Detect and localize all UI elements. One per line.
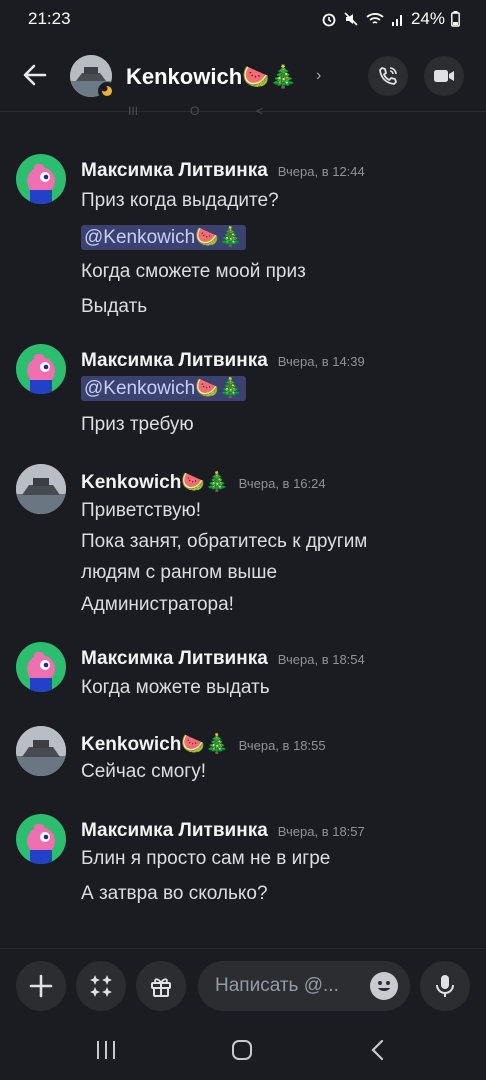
video-call-button[interactable] [424, 56, 464, 96]
header-title[interactable]: Kenkowich🍉🎄 [126, 64, 297, 90]
user-avatar[interactable] [16, 642, 66, 692]
author-name[interactable]: Kenkowich🍉🎄 [81, 472, 229, 493]
author-name[interactable]: Максимка Литвинка [81, 648, 268, 669]
message-text: Администратора! [81, 594, 234, 615]
attach-button[interactable] [16, 961, 66, 1011]
system-nav-bar [0, 1020, 486, 1080]
input-placeholder: Написать @... [215, 975, 339, 996]
message-author[interactable]: Максимка Литвинка Вчера, в 18:54 [81, 648, 365, 670]
ghost-label-c: < [256, 104, 264, 118]
home-icon [232, 1040, 252, 1060]
user-mention[interactable]: @Kenkowich🍉🎄 [81, 225, 246, 250]
video-camera-icon [434, 70, 454, 82]
message-input[interactable]: Написать @... [198, 961, 410, 1011]
chevron-right-icon[interactable]: › [316, 67, 321, 85]
ghost-label-a: III [128, 104, 139, 118]
message-author[interactable]: Максимка Литвинка Вчера, в 14:39 [81, 350, 365, 372]
recent-apps-button[interactable] [86, 1038, 126, 1062]
gift-icon [151, 978, 171, 997]
message-timestamp: Вчера, в 16:24 [238, 476, 326, 491]
system-back-button[interactable] [358, 1038, 398, 1062]
message-author[interactable]: Kenkowich🍉🎄 Вчера, в 16:24 [81, 470, 326, 494]
user-avatar[interactable] [16, 154, 66, 204]
microphone-icon [436, 975, 454, 997]
alarm-icon [322, 13, 336, 27]
battery-percent: 24% [410, 9, 445, 28]
user-avatar[interactable] [16, 726, 66, 776]
author-name[interactable]: Kenkowich🍉🎄 [81, 734, 229, 755]
chevron-left-icon [371, 1039, 384, 1061]
author-name[interactable]: Максимка Литвинка [81, 160, 268, 181]
message-text: людям с рангом выше [81, 562, 278, 583]
apps-button[interactable] [76, 961, 126, 1011]
arrow-left-icon [23, 64, 47, 86]
faded-nav-remnant: III O < [120, 104, 280, 120]
message-composer: Написать @... [0, 948, 486, 1020]
author-name[interactable]: Максимка Литвинка [81, 820, 268, 841]
chat-header: Kenkowich🍉🎄 › [0, 40, 486, 112]
message-text: Сейчас смогу! [81, 761, 206, 782]
message-text: А затвра во сколько? [81, 883, 268, 904]
author-name[interactable]: Максимка Литвинка [81, 350, 268, 371]
message-text: Приз требую [81, 414, 194, 435]
recent-apps-icon [97, 1041, 115, 1059]
wifi-icon [366, 13, 384, 24]
message-timestamp: Вчера, в 18:54 [277, 652, 365, 667]
message-author[interactable]: Максимка Литвинка Вчера, в 18:57 [81, 820, 365, 842]
signal-icon [391, 15, 402, 26]
user-avatar[interactable] [16, 814, 66, 864]
message-text: Когда можете выдать [81, 677, 270, 698]
message-text: Блин я просто сам не в игре [81, 848, 331, 869]
message-text: Пока занят, обратитесь к другим [81, 531, 368, 552]
message-author[interactable]: Максимка Литвинка Вчера, в 12:44 [81, 160, 365, 182]
call-button[interactable] [368, 56, 408, 96]
message-timestamp: Вчера, в 12:44 [277, 164, 365, 179]
battery-icon [451, 11, 460, 27]
message-text: @Kenkowich🍉🎄 [81, 225, 246, 250]
status-icons: 24% [321, 9, 460, 29]
mute-icon [344, 12, 358, 26]
emoji-button[interactable] [370, 972, 398, 1000]
message-text: Выдать [81, 296, 148, 317]
user-avatar[interactable] [16, 344, 66, 394]
message-timestamp: Вчера, в 14:39 [277, 354, 365, 369]
message-author[interactable]: Kenkowich🍉🎄 Вчера, в 18:55 [81, 732, 326, 756]
user-mention[interactable]: @Kenkowich🍉🎄 [81, 376, 246, 401]
status-time: 21:23 [28, 9, 71, 28]
message-text: Когда сможете моой приз [81, 261, 306, 282]
message-text: @Kenkowich🍉🎄 [81, 376, 246, 401]
gift-button[interactable] [136, 961, 186, 1011]
voice-message-button[interactable] [420, 961, 470, 1011]
ghost-label-b: O [190, 104, 200, 118]
smiley-icon [378, 981, 390, 991]
idle-status-icon [98, 82, 116, 100]
message-text: Приветствую! [81, 500, 202, 521]
message-timestamp: Вчера, в 18:55 [238, 738, 326, 753]
back-button[interactable] [20, 60, 50, 90]
apps-icon [90, 975, 112, 997]
message-timestamp: Вчера, в 18:57 [277, 824, 365, 839]
phone-icon [379, 67, 397, 85]
home-button[interactable] [222, 1038, 262, 1062]
message-text: Приз когда выдадите? [81, 190, 279, 211]
status-bar: 21:23 24% [0, 0, 486, 40]
user-avatar[interactable] [16, 464, 66, 514]
plus-icon [29, 974, 53, 998]
